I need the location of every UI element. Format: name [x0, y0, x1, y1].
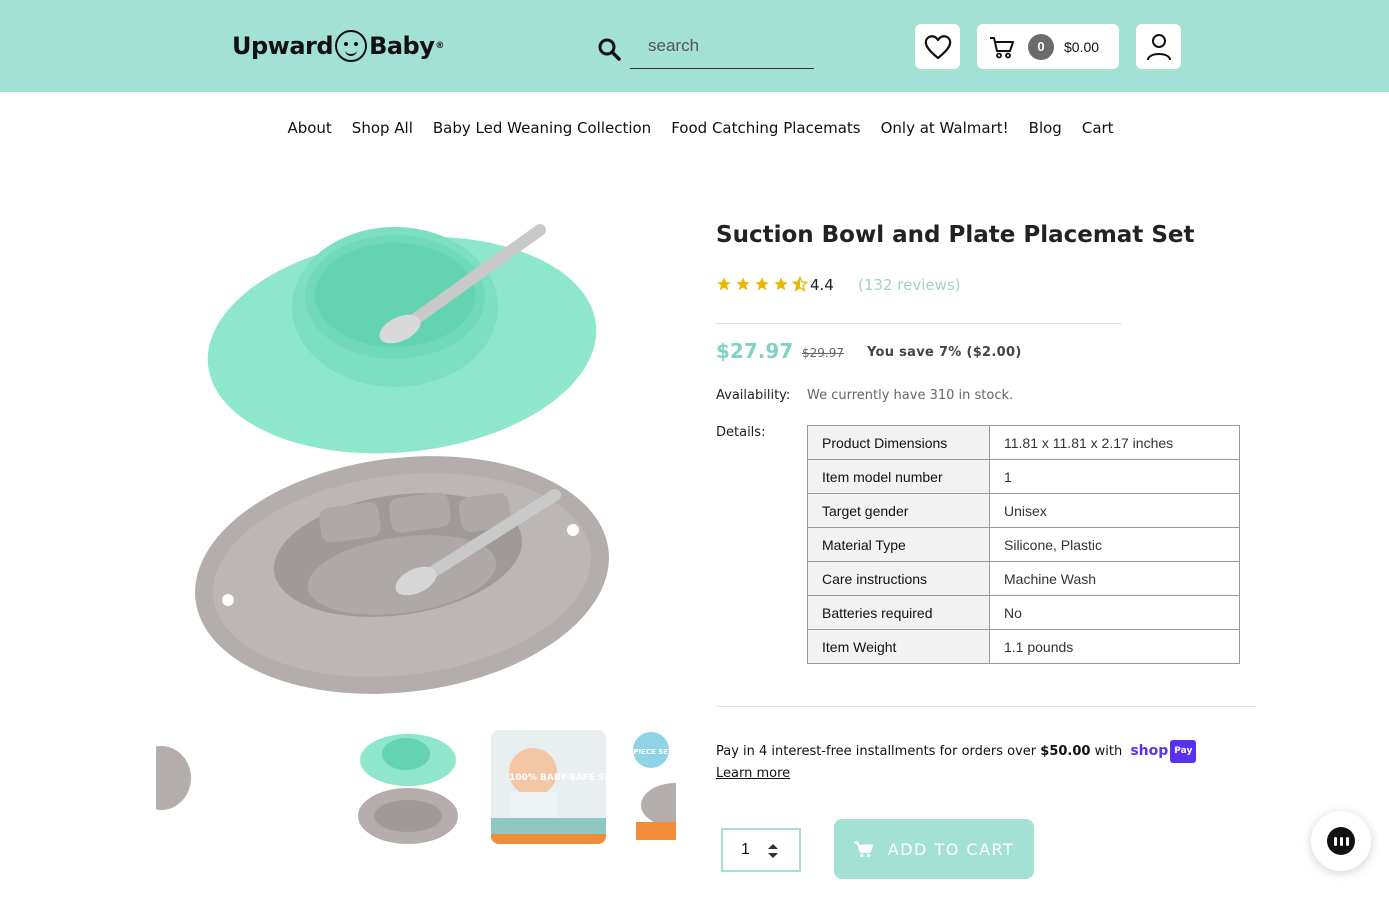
shop-pay-word: shop	[1130, 743, 1169, 759]
logo-text-left: Upward	[232, 32, 334, 60]
details-value: No	[989, 595, 1240, 630]
nav-item-food-catching-placemats[interactable]: Food Catching Placemats	[671, 112, 860, 144]
user-icon	[1146, 33, 1171, 60]
sale-price: $27.97	[716, 339, 794, 363]
nav-item-baby-led-weaning[interactable]: Baby Led Weaning Collection	[433, 112, 651, 144]
cart-icon	[854, 841, 873, 858]
product-thumbnails: 100% BABY-SAFE SILICONE 4 PIECE SET!	[156, 730, 676, 845]
quantity-input[interactable]: 1	[721, 828, 801, 872]
search-input[interactable]	[630, 24, 814, 69]
account-button[interactable]	[1136, 24, 1181, 69]
quantity-stepper-icon[interactable]	[767, 843, 779, 859]
chat-icon	[1327, 827, 1355, 855]
details-value: Silicone, Plastic	[989, 527, 1240, 562]
thumbnail-piece-badge: 4 PIECE SET!	[631, 748, 676, 756]
nav-item-only-at-walmart[interactable]: Only at Walmart!	[881, 112, 1009, 144]
add-to-cart-button[interactable]: ADD TO CART	[834, 819, 1034, 879]
thumbnail-placemat-set[interactable]	[351, 730, 466, 844]
star-icon	[774, 277, 788, 291]
nav-item-shop-all[interactable]: Shop All	[352, 112, 413, 144]
divider	[716, 706, 1256, 707]
logo-registered-mark: ®	[435, 41, 444, 51]
search-icon[interactable]	[597, 37, 621, 61]
rating-value: 4.4	[810, 276, 834, 294]
table-row: Item Weight 1.1 pounds	[807, 629, 1240, 664]
star-icon	[717, 277, 731, 291]
details-key: Material Type	[807, 527, 990, 562]
availability-label: Availability:	[716, 388, 791, 403]
thumbnail-4-piece-set[interactable]: 4 PIECE SET!	[631, 730, 676, 844]
product-title: Suction Bowl and Plate Placemat Set	[716, 222, 1195, 248]
star-icon	[736, 277, 750, 291]
details-value: Unisex	[989, 493, 1240, 528]
details-key: Care instructions	[807, 561, 990, 596]
nav-item-about[interactable]: About	[287, 112, 331, 144]
top-header: Upward Baby ® 0 $0.00	[0, 0, 1389, 92]
details-key: Item Weight	[807, 629, 990, 664]
logo-text-right: Baby	[369, 32, 435, 60]
installments-amount: $50.00	[1040, 744, 1091, 759]
divider	[716, 323, 1122, 324]
thumbnail-silicone-badge: 100% BABY-SAFE SILICONE	[509, 773, 606, 783]
table-row: Batteries required No	[807, 595, 1240, 630]
main-navigation: About Shop All Baby Led Weaning Collecti…	[0, 112, 1389, 144]
product-main-image[interactable]	[180, 205, 620, 705]
cart-total: $0.00	[1064, 38, 1100, 55]
details-value: Machine Wash	[989, 561, 1240, 596]
details-key: Product Dimensions	[807, 425, 990, 460]
thumbnail-bib[interactable]	[156, 730, 241, 844]
star-icon	[755, 277, 769, 291]
shop-pay-badge: Pay	[1170, 740, 1197, 763]
half-star-icon	[792, 276, 808, 292]
chat-button[interactable]	[1311, 811, 1371, 871]
nav-item-cart[interactable]: Cart	[1082, 112, 1114, 144]
cart-count-badge: 0	[1028, 33, 1054, 60]
cart-icon	[990, 36, 1014, 58]
table-row: Target gender Unisex	[807, 493, 1240, 528]
cart-button[interactable]: 0 $0.00	[977, 24, 1119, 69]
details-key: Batteries required	[807, 595, 990, 630]
details-key: Target gender	[807, 493, 990, 528]
details-key: Item model number	[807, 459, 990, 494]
table-row: Care instructions Machine Wash	[807, 561, 1240, 596]
brand-logo[interactable]: Upward Baby ®	[232, 27, 444, 65]
baby-face-icon	[335, 30, 368, 62]
heart-icon	[924, 34, 951, 59]
wishlist-button[interactable]	[915, 24, 960, 69]
rating-stars[interactable]	[716, 276, 808, 292]
table-row: Product Dimensions 11.81 x 11.81 x 2.17 …	[807, 425, 1240, 460]
details-value: 1	[989, 459, 1240, 494]
compare-at-price: $29.97	[802, 346, 844, 360]
availability-value: We currently have 310 in stock.	[807, 388, 1014, 403]
learn-more-link[interactable]: Learn more	[716, 763, 1236, 784]
shop-pay-logo: shop Pay	[1130, 740, 1197, 763]
thumbnail-baby-eating[interactable]: 100% BABY-SAFE SILICONE	[491, 730, 606, 844]
details-label: Details:	[716, 425, 766, 440]
table-row: Item model number 1	[807, 459, 1240, 494]
details-table: Product Dimensions 11.81 x 11.81 x 2.17 …	[807, 425, 1240, 664]
installments-banner: Pay in 4 interest-free installments for …	[716, 740, 1236, 784]
add-to-cart-label: ADD TO CART	[887, 839, 1015, 859]
installments-with: with	[1094, 744, 1123, 759]
savings-text: You save 7% ($2.00)	[867, 345, 1022, 360]
details-value: 11.81 x 11.81 x 2.17 inches	[989, 425, 1240, 460]
reviews-link[interactable]: (132 reviews)	[858, 276, 961, 294]
details-value: 1.1 pounds	[989, 629, 1240, 664]
table-row: Material Type Silicone, Plastic	[807, 527, 1240, 562]
nav-item-blog[interactable]: Blog	[1029, 112, 1062, 144]
quantity-value: 1	[741, 841, 750, 858]
installments-text: Pay in 4 interest-free installments for …	[716, 744, 1037, 759]
